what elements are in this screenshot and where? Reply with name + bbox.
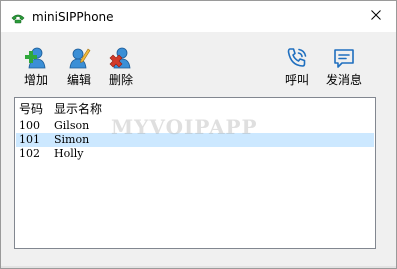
- contact-row-selected[interactable]: 101 Simon: [16, 133, 374, 147]
- add-contact-icon: [24, 46, 48, 70]
- contact-number: 100: [19, 119, 40, 132]
- close-icon: [371, 9, 381, 23]
- toolbar: 增加 编辑 删除 呼叫 发消息: [1, 32, 396, 94]
- contact-name: Holly: [54, 147, 84, 160]
- contact-number: 101: [19, 133, 40, 146]
- call-label: 呼叫: [284, 73, 309, 87]
- edit-button[interactable]: 编辑: [61, 46, 97, 92]
- contact-list[interactable]: 号码 显示名称 100 Gilson 101 Simon 102 Holly M…: [14, 97, 376, 249]
- window-bottom-edge: [1, 266, 396, 268]
- delete-contact-icon: [109, 46, 133, 70]
- contact-row[interactable]: 102 Holly: [16, 147, 374, 161]
- call-button[interactable]: 呼叫: [279, 46, 315, 92]
- edit-contact-icon: [67, 46, 91, 70]
- phone-app-icon: [10, 9, 26, 25]
- column-header-number[interactable]: 号码: [19, 102, 43, 116]
- delete-label: 删除: [108, 73, 133, 87]
- contact-number: 102: [19, 147, 40, 160]
- app-window: miniSIPPhone 增加 编辑 删除 呼叫 发消息 号码 显示名称 100…: [0, 0, 397, 269]
- list-header: 号码 显示名称: [17, 100, 373, 118]
- edit-label: 编辑: [66, 73, 91, 87]
- message-label: 发消息: [325, 73, 362, 87]
- contact-name: Gilson: [54, 119, 90, 132]
- contact-row[interactable]: 100 Gilson: [16, 119, 374, 133]
- delete-button[interactable]: 删除: [103, 46, 139, 92]
- close-button[interactable]: [362, 4, 390, 28]
- add-button[interactable]: 增加: [18, 46, 54, 92]
- phone-call-icon: [285, 46, 309, 70]
- contact-name: Simon: [54, 133, 90, 146]
- message-icon: [332, 46, 356, 70]
- message-button[interactable]: 发消息: [323, 46, 365, 92]
- add-label: 增加: [23, 73, 48, 87]
- window-title: miniSIPPhone: [32, 10, 114, 24]
- column-header-display-name[interactable]: 显示名称: [54, 102, 102, 116]
- title-bar[interactable]: miniSIPPhone: [1, 1, 396, 32]
